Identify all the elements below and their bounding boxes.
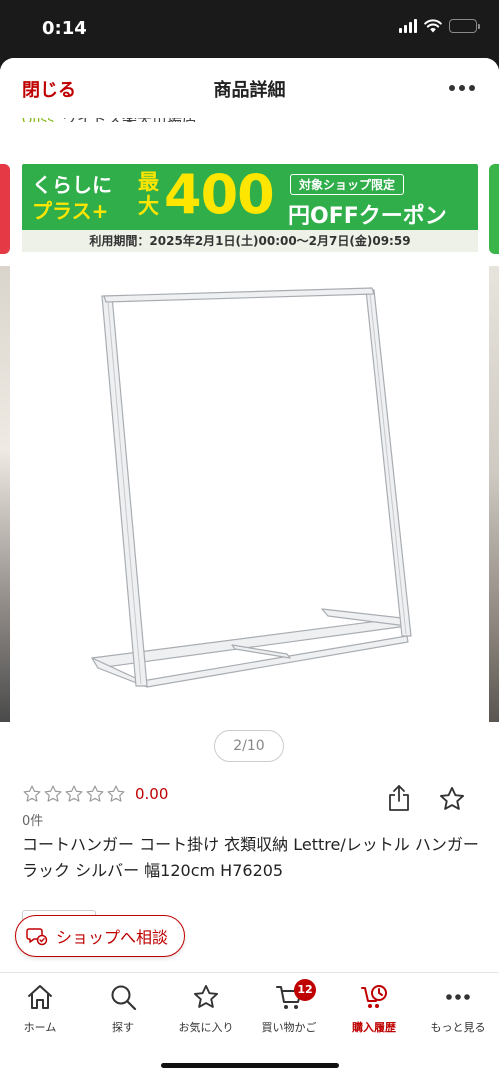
search-icon [111, 985, 137, 1011]
wifi-icon [424, 19, 442, 33]
prev-banner-peek[interactable] [0, 164, 10, 254]
shop-consult-label: ショップへ相談 [56, 928, 169, 947]
next-image-peek[interactable] [489, 266, 499, 722]
purchase-history-icon [361, 985, 387, 1008]
page-title: 商品詳細 [213, 80, 286, 101]
coupon-banner[interactable]: くらしに プラス+ 最 大 400 対象ショップ限定 円OFFクーポン 利用期間… [22, 164, 478, 252]
nav-header: 閉じる 商品詳細 [0, 58, 499, 118]
review-count[interactable]: 0件 [22, 810, 43, 829]
more-horizontal-icon [446, 994, 470, 1000]
tab-purchase-history[interactable]: 購入履歴 [334, 983, 414, 1035]
cellular-signal-icon [399, 19, 417, 33]
banner-off-text: 円OFFクーポン [288, 204, 447, 229]
star-icon [193, 984, 219, 1008]
favorite-star-icon[interactable] [438, 785, 466, 813]
image-gallery[interactable] [0, 266, 499, 726]
more-horizontal-icon[interactable] [449, 85, 475, 91]
prev-image-peek[interactable] [0, 266, 10, 722]
shop-consult-button[interactable]: ショップへ相談 [15, 915, 185, 957]
chat-bubble-icon [26, 928, 48, 946]
product-title: コートハンガー コート掛け 衣類収納 Lettre/レットル ハンガーラック シ… [22, 835, 479, 880]
star-outline-icon [44, 785, 62, 802]
hanger-rack-illustration [91, 287, 412, 688]
status-time: 0:14 [42, 18, 87, 39]
banner-tag: 対象ショップ限定 [290, 174, 405, 195]
coupon-banner-carousel: くらしに プラス+ 最 大 400 対象ショップ限定 円OFFクーポン 利用期間… [0, 164, 499, 254]
battery-icon [449, 19, 480, 33]
tab-more[interactable]: もっと見る [418, 983, 498, 1035]
home-indicator [161, 1063, 339, 1068]
status-icons [399, 19, 480, 33]
star-outline-icon [23, 785, 41, 802]
tab-cart[interactable]: 12 買い物かご [249, 979, 329, 1035]
status-bar: 0:14 [0, 0, 499, 58]
banner-period: 利用期間：2025年2月1日(土)00:00〜2月7日(金)09:59 [22, 230, 478, 252]
cart-badge: 12 [294, 979, 316, 1001]
next-banner-peek[interactable] [489, 164, 499, 254]
rating-row[interactable]: 0.00 [22, 784, 168, 804]
bottom-tab-bar: ホーム 探す お気に入り 12 買い物かご 購入履歴 もっと見る [0, 972, 499, 1080]
star-outline-icon [86, 785, 104, 802]
share-icon[interactable] [387, 784, 411, 812]
star-outline-icon [65, 785, 83, 802]
banner-amount: 400 [164, 164, 275, 226]
banner-left-text: くらしに プラス+ [32, 173, 112, 223]
image-pager: 2/10 [214, 730, 284, 762]
product-image[interactable] [22, 266, 478, 722]
banner-max-label: 最 大 [138, 170, 159, 218]
home-icon [28, 985, 52, 1009]
product-detail-sheet: Ofissワイドス楽天市場店 閉じる 商品詳細 くらしに プラス+ 最 大 40… [0, 58, 499, 1080]
tab-home[interactable]: ホーム [0, 983, 80, 1035]
star-outline-icon [107, 785, 125, 802]
tab-search[interactable]: 探す [83, 983, 163, 1035]
tab-favorites[interactable]: お気に入り [166, 983, 246, 1035]
rating-value: 0.00 [135, 785, 169, 803]
